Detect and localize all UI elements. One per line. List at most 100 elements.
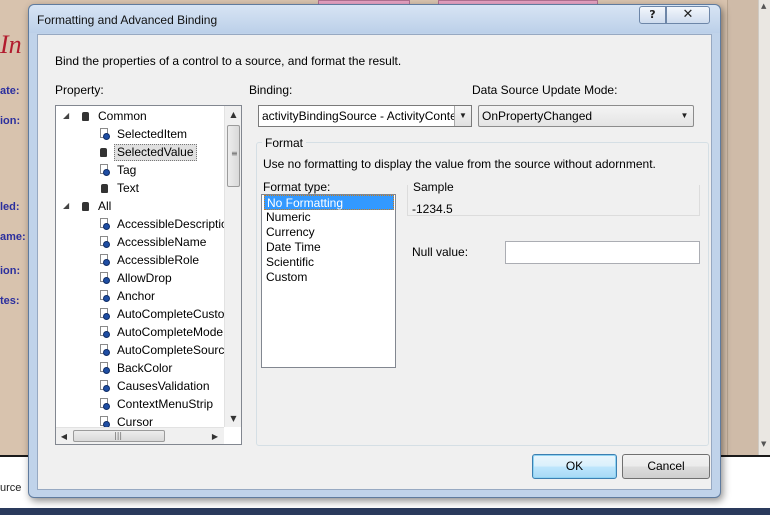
tree-item-label: Anchor	[117, 289, 156, 303]
tree-item[interactable]: Anchor	[56, 287, 224, 305]
scroll-down-icon[interactable]: ▼	[225, 410, 241, 427]
binding-label: Binding:	[249, 83, 293, 97]
tree-item-label: BackColor	[117, 361, 173, 375]
property-icon	[100, 290, 111, 302]
scrollbar-thumb[interactable]: |||	[73, 430, 165, 442]
background-scrollbar[interactable]: ▲ ▼	[758, 0, 770, 455]
tree-category-common[interactable]: ◢ Common	[56, 107, 224, 125]
tree-item-label: CausesValidation	[117, 379, 210, 393]
property-icon	[100, 308, 111, 320]
tree-item-label: AutoCompleteCustomSource	[117, 307, 224, 321]
background-title: In	[0, 30, 22, 59]
cancel-button[interactable]: Cancel	[622, 454, 710, 479]
tree-item[interactable]: AutoCompleteSource	[56, 341, 224, 359]
tree-vertical-scrollbar[interactable]: ▲ ≡ ▼	[224, 106, 241, 427]
format-type-item[interactable]: Numeric	[264, 210, 394, 225]
dialog-titlebar[interactable]: Formatting and Advanced Binding ? ✕	[29, 5, 720, 33]
tree-horizontal-scrollbar[interactable]: ◀ ||| ▶	[56, 427, 224, 444]
format-group-label: Format	[262, 136, 307, 150]
tree-category-label: All	[98, 199, 112, 213]
tree-item[interactable]: SelectedItem	[56, 125, 224, 143]
format-type-item[interactable]: Currency	[264, 225, 394, 240]
update-mode-combo[interactable]: OnPropertyChanged ▼	[478, 105, 694, 127]
property-icon	[100, 344, 111, 356]
tree-item[interactable]: BackColor	[56, 359, 224, 377]
scroll-left-icon[interactable]: ◀	[56, 428, 72, 444]
null-value-input[interactable]	[505, 241, 700, 264]
background-label: ate:	[0, 85, 20, 97]
scroll-up-icon[interactable]: ▲	[225, 106, 241, 123]
sample-value: -1234.5	[412, 202, 453, 216]
property-icon	[100, 326, 111, 338]
scroll-down-icon[interactable]: ▼	[761, 440, 769, 448]
tree-category-label: Common	[98, 109, 147, 123]
format-type-item[interactable]: Custom	[264, 270, 394, 285]
background-label: ion:	[0, 265, 21, 277]
scroll-right-icon[interactable]: ▶	[207, 428, 223, 444]
formatting-dialog: Formatting and Advanced Binding ? ✕ Bind…	[28, 4, 721, 498]
tree-item-selected[interactable]: SelectedValue	[56, 143, 224, 161]
update-mode-label: Data Source Update Mode:	[472, 83, 618, 97]
format-type-item-selected[interactable]: No Formatting	[264, 195, 394, 210]
collapse-icon[interactable]: ◢	[63, 107, 73, 125]
close-button[interactable]: ✕	[666, 6, 710, 24]
database-icon	[100, 148, 107, 157]
help-icon: ?	[649, 8, 656, 21]
tree-item-label: AutoCompleteSource	[117, 343, 224, 357]
background-label: tes:	[0, 295, 20, 307]
tree-item[interactable]: AccessibleName	[56, 233, 224, 251]
background-output-label: urce	[0, 482, 22, 494]
database-icon	[101, 184, 108, 193]
tree-item[interactable]: CausesValidation	[56, 377, 224, 395]
scrollbar-thumb[interactable]: ≡	[227, 125, 240, 187]
tree-item-label: AllowDrop	[117, 271, 172, 285]
property-icon	[100, 362, 111, 374]
format-type-list[interactable]: No Formatting Numeric Currency Date Time…	[261, 194, 396, 368]
tree-item[interactable]: AllowDrop	[56, 269, 224, 287]
tree-item[interactable]: Text	[56, 179, 224, 197]
tree-item[interactable]: AccessibleDescription	[56, 215, 224, 233]
null-value-label: Null value:	[412, 245, 469, 259]
chevron-down-icon[interactable]: ▼	[454, 106, 471, 126]
background-label: ion:	[0, 115, 21, 127]
property-icon	[100, 398, 111, 410]
property-icon	[100, 128, 111, 140]
help-button[interactable]: ?	[639, 6, 666, 24]
background-label: ame:	[0, 231, 26, 243]
format-type-item[interactable]: Date Time	[264, 240, 394, 255]
tree-item[interactable]: AutoCompleteCustomSource	[56, 305, 224, 323]
tree-item-label: AccessibleDescription	[117, 217, 224, 231]
property-label: Property:	[55, 83, 104, 97]
ok-button[interactable]: OK	[532, 454, 617, 479]
format-type-item[interactable]: Scientific	[264, 255, 394, 270]
chevron-down-icon[interactable]: ▼	[676, 106, 693, 126]
property-tree[interactable]: ◢ Common SelectedItem SelectedValue Tag …	[55, 105, 242, 445]
tree-item[interactable]: ContextMenuStrip	[56, 395, 224, 413]
collapse-icon[interactable]: ◢	[63, 197, 73, 215]
close-icon: ✕	[682, 7, 694, 22]
tree-item-label: Text	[117, 181, 140, 195]
binding-value: activityBindingSource - ActivityContext	[262, 109, 454, 123]
tree-item-label: AutoCompleteMode	[117, 325, 224, 339]
property-icon	[100, 272, 111, 284]
tree-item[interactable]: AccessibleRole	[56, 251, 224, 269]
tree-item-label: ContextMenuStrip	[117, 397, 214, 411]
binding-combo[interactable]: activityBindingSource - ActivityContext …	[258, 105, 472, 127]
tree-category-all[interactable]: ◢ All	[56, 197, 224, 215]
tree-item-label: AccessibleRole	[117, 253, 200, 267]
dialog-title: Formatting and Advanced Binding	[37, 13, 218, 27]
tree-item-label: SelectedItem	[117, 127, 188, 141]
property-icon	[100, 218, 111, 230]
update-mode-value: OnPropertyChanged	[482, 109, 593, 123]
property-icon	[100, 254, 111, 266]
tree-item-label: Tag	[117, 163, 137, 177]
tree-item[interactable]: AutoCompleteMode	[56, 323, 224, 341]
format-description: Use no formatting to display the value f…	[263, 157, 656, 171]
scroll-up-icon[interactable]: ▲	[761, 2, 769, 10]
property-icon	[100, 380, 111, 392]
background-label: led:	[0, 201, 20, 213]
tree-item-label: AccessibleName	[117, 235, 207, 249]
property-icon	[100, 236, 111, 248]
tree-item[interactable]: Tag	[56, 161, 224, 179]
format-type-label: Format type:	[263, 180, 331, 194]
